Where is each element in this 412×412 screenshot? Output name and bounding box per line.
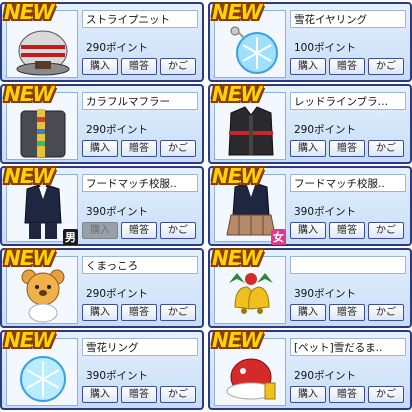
buy-button[interactable]: 購入 bbox=[290, 386, 326, 403]
shop-item-card: NEW 390ポイント 購入 贈答 かご bbox=[208, 246, 412, 328]
cart-button[interactable]: かご bbox=[368, 140, 404, 157]
gift-button[interactable]: 贈答 bbox=[121, 386, 157, 403]
new-badge: NEW bbox=[4, 82, 54, 106]
gift-button[interactable]: 贈答 bbox=[329, 222, 365, 239]
item-name: 雪花リング bbox=[82, 338, 198, 356]
gift-button[interactable]: 贈答 bbox=[329, 58, 365, 75]
item-name: レッドラインブラ… bbox=[290, 92, 406, 110]
buy-button[interactable]: 購入 bbox=[290, 58, 326, 75]
shop-grid: NEW ストライプニット 290ポイント 購入 贈答 かご NEW 雪花イヤリン… bbox=[0, 0, 412, 412]
new-badge: NEW bbox=[4, 164, 54, 188]
cart-button[interactable]: かご bbox=[160, 58, 196, 75]
buy-button[interactable]: 購入 bbox=[290, 222, 326, 239]
buy-button-disabled: 購入 bbox=[82, 222, 118, 239]
item-name: フードマッチ校服.. bbox=[82, 174, 198, 192]
item-price: 290ポイント bbox=[86, 288, 149, 300]
buy-button[interactable]: 購入 bbox=[82, 386, 118, 403]
shop-item-card: NEW くまっころ 290ポイント 購入 贈答 かご bbox=[0, 246, 204, 328]
item-name: 雪花イヤリング bbox=[290, 10, 406, 28]
shop-item-card: NEW [ペット]雪だるま.. 290ポイント 購入 贈答 かご bbox=[208, 328, 412, 410]
cart-button[interactable]: かご bbox=[160, 386, 196, 403]
item-name: くまっころ bbox=[82, 256, 198, 274]
item-name: フードマッチ校服.. bbox=[290, 174, 406, 192]
item-price: 390ポイント bbox=[86, 206, 149, 218]
cart-button[interactable]: かご bbox=[160, 222, 196, 239]
item-price: 290ポイント bbox=[86, 124, 149, 136]
shop-item-card: NEW カラフルマフラー 290ポイント 購入 贈答 かご bbox=[0, 82, 204, 164]
shop-item-card: 女 NEW フードマッチ校服.. 390ポイント 購入 贈答 かご bbox=[208, 164, 412, 246]
buy-button[interactable]: 購入 bbox=[82, 304, 118, 321]
cart-button[interactable]: かご bbox=[368, 304, 404, 321]
gift-button[interactable]: 贈答 bbox=[121, 58, 157, 75]
gift-button[interactable]: 贈答 bbox=[121, 304, 157, 321]
item-price: 290ポイント bbox=[294, 124, 357, 136]
new-badge: NEW bbox=[212, 328, 262, 352]
new-badge: NEW bbox=[4, 246, 54, 270]
new-badge: NEW bbox=[4, 328, 54, 352]
shop-item-card: NEW レッドラインブラ… 290ポイント 購入 贈答 かご bbox=[208, 82, 412, 164]
gift-button[interactable]: 贈答 bbox=[121, 140, 157, 157]
cart-button[interactable]: かご bbox=[368, 58, 404, 75]
new-badge: NEW bbox=[212, 82, 262, 106]
item-price: 390ポイント bbox=[294, 206, 357, 218]
item-price: 390ポイント bbox=[86, 370, 149, 382]
item-price: 290ポイント bbox=[294, 370, 357, 382]
cart-button[interactable]: かご bbox=[160, 304, 196, 321]
buy-button[interactable]: 購入 bbox=[290, 304, 326, 321]
buy-button[interactable]: 購入 bbox=[290, 140, 326, 157]
gift-button[interactable]: 贈答 bbox=[121, 222, 157, 239]
new-badge: NEW bbox=[212, 164, 262, 188]
new-badge: NEW bbox=[212, 246, 262, 270]
male-gender-badge: 男 bbox=[63, 229, 78, 245]
shop-item-card: NEW 雪花イヤリング 100ポイント 購入 贈答 かご bbox=[208, 0, 412, 82]
female-gender-badge: 女 bbox=[271, 229, 286, 245]
cart-button[interactable]: かご bbox=[368, 222, 404, 239]
gift-button[interactable]: 贈答 bbox=[329, 304, 365, 321]
shop-item-card: 男 NEW フードマッチ校服.. 390ポイント 購入 贈答 かご bbox=[0, 164, 204, 246]
buy-button[interactable]: 購入 bbox=[82, 58, 118, 75]
item-name bbox=[290, 256, 406, 274]
new-badge: NEW bbox=[212, 0, 262, 24]
shop-item-card: NEW ストライプニット 290ポイント 購入 贈答 かご bbox=[0, 0, 204, 82]
shop-item-card: NEW 雪花リング 390ポイント 購入 贈答 かご bbox=[0, 328, 204, 410]
new-badge: NEW bbox=[4, 0, 54, 24]
item-price: 290ポイント bbox=[86, 42, 149, 54]
item-price: 100ポイント bbox=[294, 42, 357, 54]
buy-button[interactable]: 購入 bbox=[82, 140, 118, 157]
cart-button[interactable]: かご bbox=[368, 386, 404, 403]
cart-button[interactable]: かご bbox=[160, 140, 196, 157]
gift-button[interactable]: 贈答 bbox=[329, 386, 365, 403]
item-name: ストライプニット bbox=[82, 10, 198, 28]
item-price: 390ポイント bbox=[294, 288, 357, 300]
gift-button[interactable]: 贈答 bbox=[329, 140, 365, 157]
item-name: [ペット]雪だるま.. bbox=[290, 338, 406, 356]
item-name: カラフルマフラー bbox=[82, 92, 198, 110]
